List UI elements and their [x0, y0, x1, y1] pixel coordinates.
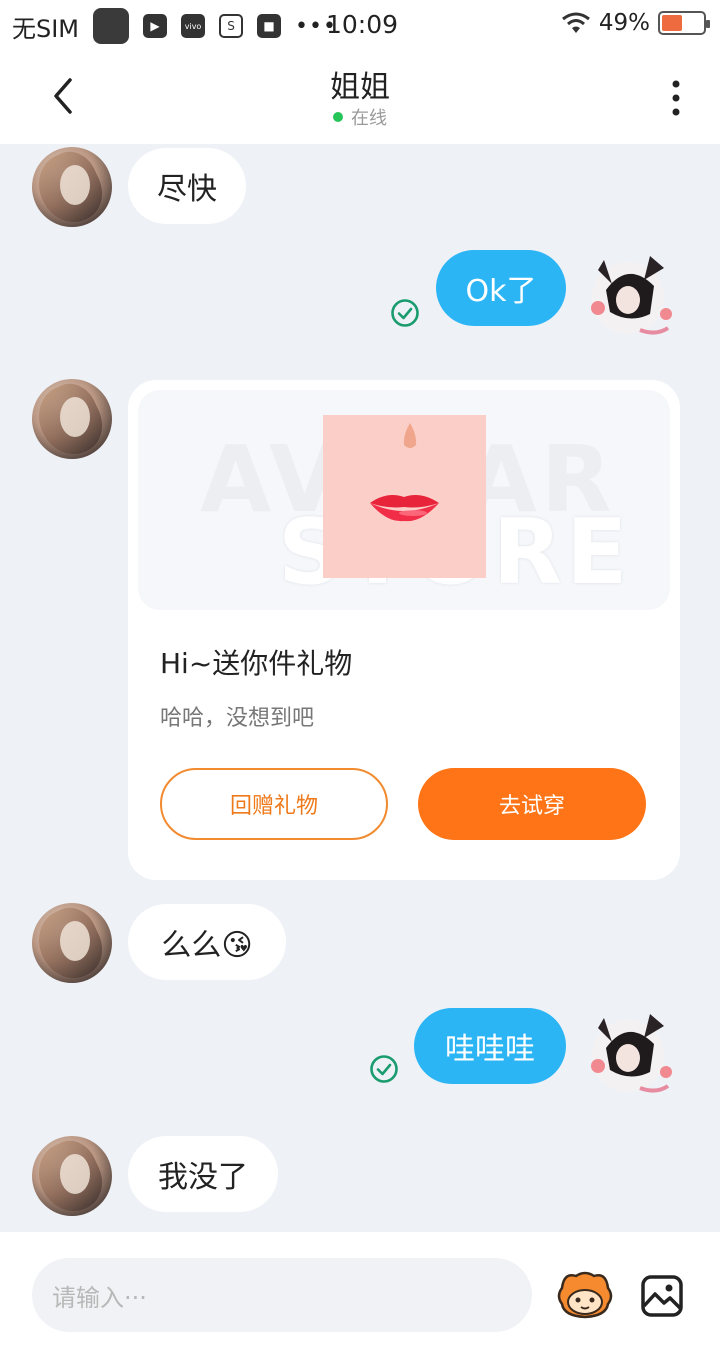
contact-name: 姐姐 — [330, 70, 390, 105]
message-bubble-incoming[interactable]: 我没了 — [128, 1136, 278, 1212]
carrier-text: 无SIM — [12, 14, 80, 43]
message-input[interactable]: 请输入··· — [32, 1258, 532, 1332]
video-notification-icon: ■ — [257, 14, 282, 38]
image-picker-icon[interactable] — [640, 1274, 684, 1318]
try-on-button[interactable]: 去试穿 — [418, 768, 646, 840]
message-bubble-incoming[interactable]: 么么😘 — [128, 904, 286, 980]
gift-title: Hi~送你件礼物 — [160, 647, 353, 680]
return-gift-label: 回赠礼物 — [229, 794, 318, 819]
message-bubble-outgoing[interactable]: 哇哇哇 — [414, 1008, 566, 1084]
message-bubble-outgoing[interactable]: Ok了 — [436, 250, 566, 326]
app-notification-icon — [93, 8, 130, 44]
more-options-icon[interactable] — [666, 78, 686, 118]
online-status: 在线 — [0, 104, 720, 130]
return-gift-button[interactable]: 回赠礼物 — [160, 768, 388, 840]
chat-header: 姐姐 在线 — [0, 52, 720, 144]
message-text: 么么😘 — [161, 928, 253, 963]
gift-card[interactable]: AVATAR STORE Hi~送你件礼物 哈哈，没想到吧 回赠礼物 去试穿 — [128, 380, 680, 880]
wifi-icon — [561, 12, 590, 33]
battery-percent: 49% — [598, 10, 650, 36]
message-text: 哇哇哇 — [445, 1032, 535, 1067]
battery-level — [662, 15, 682, 31]
clock: 10:09 — [326, 10, 399, 39]
status-bar: 无SIM ▶ vivo S ■ ••• 10:09 49% — [0, 0, 720, 52]
battery-icon — [658, 11, 710, 35]
sent-check-icon — [391, 299, 419, 327]
s-notification-icon: S — [219, 14, 244, 38]
contact-avatar[interactable] — [32, 147, 112, 227]
status-right: 49% — [561, 10, 710, 36]
play-notification-icon: ▶ — [143, 14, 168, 38]
gift-image: AVATAR STORE — [138, 390, 670, 610]
input-placeholder: 请输入··· — [52, 1283, 147, 1312]
online-status-text: 在线 — [351, 108, 387, 129]
lipstick-gift-image — [323, 415, 486, 578]
vivo-notification-icon: vivo — [181, 14, 206, 38]
sticker-mascot-icon[interactable] — [554, 1270, 616, 1320]
gift-subtitle: 哈哈，没想到吧 — [160, 706, 315, 731]
online-dot-icon — [333, 112, 343, 122]
my-avatar[interactable] — [584, 1008, 676, 1100]
message-bubble-incoming[interactable]: 尽快 — [128, 148, 246, 224]
contact-avatar[interactable] — [32, 379, 112, 459]
my-avatar[interactable] — [584, 250, 676, 342]
input-bar: 请输入··· — [0, 1232, 720, 1356]
message-text: 我没了 — [158, 1160, 248, 1195]
contact-avatar[interactable] — [32, 1136, 112, 1216]
message-text: 尽快 — [157, 172, 217, 207]
contact-avatar[interactable] — [32, 903, 112, 983]
sent-check-icon — [370, 1055, 398, 1083]
status-left: 无SIM ▶ vivo S ■ ••• — [12, 8, 337, 44]
try-on-label: 去试穿 — [498, 794, 565, 819]
message-text: Ok了 — [465, 274, 537, 309]
